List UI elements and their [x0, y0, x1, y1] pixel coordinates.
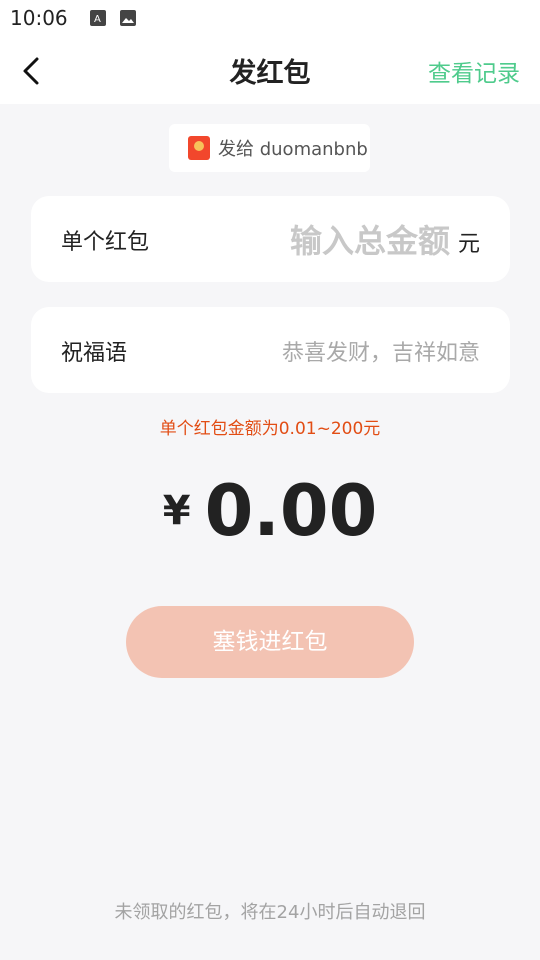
currency-symbol: ¥: [162, 488, 191, 534]
app-header: 发红包 查看记录: [0, 36, 540, 104]
total-value: 0.00: [204, 470, 378, 552]
red-packet-icon: [188, 136, 210, 160]
amount-limit-hint: 单个红包金额为0.01~200元: [159, 419, 381, 439]
recipient-label: 发给 duomanbnb: [218, 139, 368, 160]
amount-label: 单个红包: [61, 230, 150, 255]
put-money-button[interactable]: 塞钱进红包: [126, 606, 414, 678]
greeting-card: 祝福语 恭喜发财，吉祥如意: [31, 307, 510, 393]
notification-a-icon: A: [89, 10, 106, 26]
recipient-tag: 发给 duomanbnb: [169, 124, 370, 172]
amount-input[interactable]: 输入总金额: [290, 216, 450, 262]
total-amount: ¥0.00: [0, 470, 540, 552]
refund-notice: 未领取的红包，将在24小时后自动退回: [114, 902, 426, 923]
view-records-link[interactable]: 查看记录: [428, 54, 520, 88]
svg-text:A: A: [94, 14, 101, 25]
amount-card: 单个红包 输入总金额 元: [31, 196, 510, 282]
image-notification-icon: [119, 10, 136, 26]
status-time: 10:06: [10, 6, 68, 30]
greeting-input[interactable]: 恭喜发财，吉祥如意: [282, 335, 480, 367]
greeting-label: 祝福语: [61, 341, 128, 366]
amount-unit: 元: [457, 232, 480, 257]
status-bar: 10:06 A: [0, 0, 540, 36]
